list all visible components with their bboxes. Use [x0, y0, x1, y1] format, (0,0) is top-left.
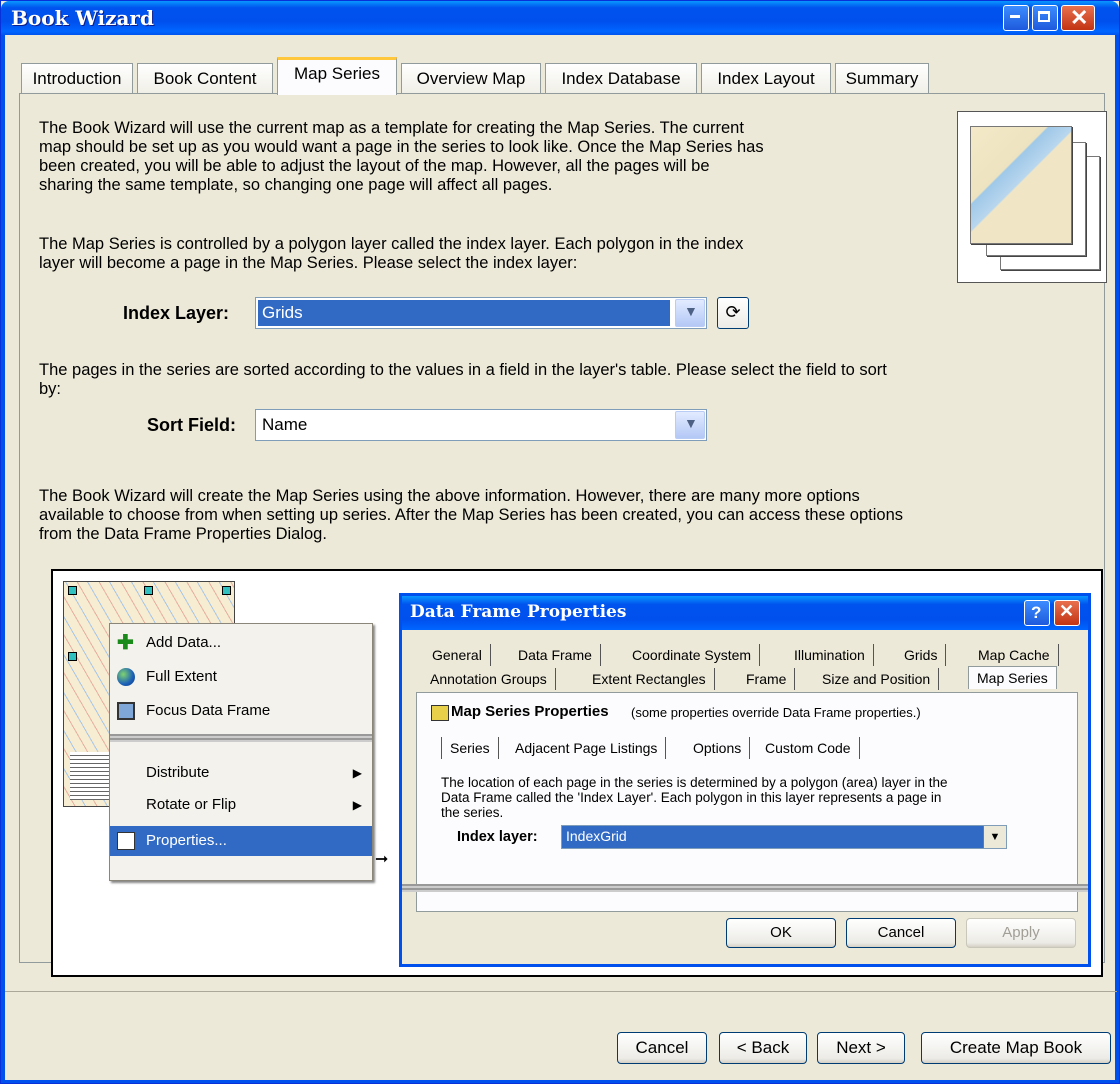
subtab-adjacent-page-listings[interactable]: Adjacent Page Listings [507, 737, 667, 759]
dtab-map-cache[interactable]: Map Cache [970, 644, 1059, 666]
next-button[interactable]: Next > [817, 1032, 905, 1064]
map-series-tab-panel: Map Series Properties (some properties o… [416, 692, 1078, 912]
tab-summary[interactable]: Summary [835, 63, 929, 93]
map-series-icon [431, 705, 449, 721]
refresh-icon: ⟳ [725, 302, 741, 322]
dialog-close-button[interactable]: ✕ [1054, 600, 1080, 626]
window-border-bottom [1, 1080, 1119, 1083]
dtab-extent-rectangles[interactable]: Extent Rectangles [584, 668, 715, 690]
tab-index-layout[interactable]: Index Layout [701, 63, 831, 93]
tab-map-series[interactable]: Map Series [277, 57, 397, 95]
properties-icon [117, 832, 135, 850]
dialog-ok-button[interactable]: OK [726, 918, 836, 948]
menu-item-focus-data-frame[interactable]: Focus Data Frame [110, 696, 372, 726]
submenu-arrow-icon: ▶ [352, 798, 362, 812]
index-layer-description: The location of each page in the series … [441, 775, 948, 820]
tab-book-content[interactable]: Book Content [137, 63, 273, 93]
footer-divider [5, 991, 1117, 992]
tab-overview-map[interactable]: Overview Map [401, 63, 541, 93]
book-wizard-window: Book Wizard ✕ Introduction Book Content … [0, 0, 1120, 1084]
dtab-frame[interactable]: Frame [738, 668, 796, 690]
dialog-cancel-button[interactable]: Cancel [846, 918, 956, 948]
dtab-annotation-groups[interactable]: Annotation Groups [422, 668, 556, 690]
close-icon: ✕ [1059, 601, 1075, 621]
globe-icon [117, 668, 135, 686]
submenu-arrow-icon: ▶ [352, 766, 362, 780]
create-map-book-button[interactable]: Create Map Book [921, 1032, 1111, 1064]
context-menu: ✚ Add Data... Full Extent Focus Data Fra… [109, 623, 373, 881]
back-button[interactable]: < Back [719, 1032, 807, 1064]
sort-field-label: Sort Field: [147, 415, 236, 435]
dialog-index-layer-select[interactable]: IndexGrid ▼ [561, 825, 1007, 849]
data-frame-properties-illustration: ✚ Add Data... Full Extent Focus Data Fra… [51, 569, 1103, 977]
arrow-right-icon: ➞ [375, 851, 389, 868]
help-button[interactable]: ? [1024, 600, 1050, 626]
close-icon: ✕ [1070, 5, 1089, 30]
tab-index-database[interactable]: Index Database [545, 63, 697, 93]
section-note: (some properties override Data Frame pro… [631, 705, 921, 720]
dialog-apply-button[interactable]: Apply [966, 918, 1076, 948]
intro-text: The Book Wizard will use the current map… [39, 119, 764, 194]
dialog-index-layer-label: Index layer: [457, 829, 538, 845]
close-button[interactable]: ✕ [1061, 5, 1095, 31]
dtab-grids[interactable]: Grids [896, 644, 947, 666]
add-data-icon: ✚ [117, 632, 134, 654]
dtab-size-and-position[interactable]: Size and Position [814, 668, 940, 690]
dtab-data-frame[interactable]: Data Frame [510, 644, 601, 666]
data-frame-properties-dialog: Data Frame Properties ? ✕ General Data F… [399, 593, 1091, 967]
menu-item-distribute[interactable]: Distribute ▶ [110, 758, 372, 788]
dtab-illumination[interactable]: Illumination [786, 644, 874, 666]
index-layer-label: Index Layer: [123, 303, 230, 323]
title-bar[interactable]: Book Wizard ✕ [1, 1, 1119, 35]
window-border-right [1115, 35, 1119, 1083]
sort-field-select[interactable]: Name ▼ [255, 409, 707, 441]
tear-divider [110, 734, 372, 742]
options-text: The Book Wizard will create the Map Seri… [39, 487, 904, 543]
minimize-button[interactable] [1003, 5, 1029, 31]
chevron-down-icon[interactable]: ▼ [675, 299, 705, 327]
dtab-map-series[interactable]: Map Series [968, 666, 1057, 689]
dialog-title-bar: Data Frame Properties ? ✕ [402, 596, 1088, 630]
tab-introduction[interactable]: Introduction [21, 63, 133, 93]
subtab-series[interactable]: Series [441, 737, 499, 759]
refresh-button[interactable]: ⟳ [717, 297, 749, 329]
menu-item-rotate-or-flip[interactable]: Rotate or Flip ▶ [110, 790, 372, 820]
chevron-down-icon[interactable]: ▼ [983, 826, 1006, 848]
menu-item-full-extent[interactable]: Full Extent [110, 662, 372, 692]
help-icon: ? [1031, 603, 1042, 622]
cancel-button[interactable]: Cancel [617, 1032, 707, 1064]
dtab-coordinate-system[interactable]: Coordinate System [624, 644, 761, 666]
dtab-general[interactable]: General [424, 644, 491, 666]
sort-text: The pages in the series are sorted accor… [39, 361, 887, 398]
chevron-down-icon[interactable]: ▼ [675, 411, 705, 439]
index-text: The Map Series is controlled by a polygo… [39, 235, 744, 272]
index-layer-select[interactable]: Grids ▼ [255, 297, 707, 329]
map-series-thumbnail [957, 111, 1107, 283]
menu-item-add-data[interactable]: ✚ Add Data... [110, 628, 372, 658]
tear-divider [402, 884, 1088, 892]
maximize-button[interactable] [1032, 5, 1058, 31]
window-title: Book Wizard [11, 6, 154, 30]
section-title: Map Series Properties [451, 703, 609, 720]
menu-item-properties[interactable]: Properties... [110, 826, 372, 856]
subtab-options[interactable]: Options [685, 737, 751, 759]
window-border-left [1, 35, 5, 1083]
focus-frame-icon [117, 702, 135, 720]
subtab-custom-code[interactable]: Custom Code [757, 737, 860, 759]
